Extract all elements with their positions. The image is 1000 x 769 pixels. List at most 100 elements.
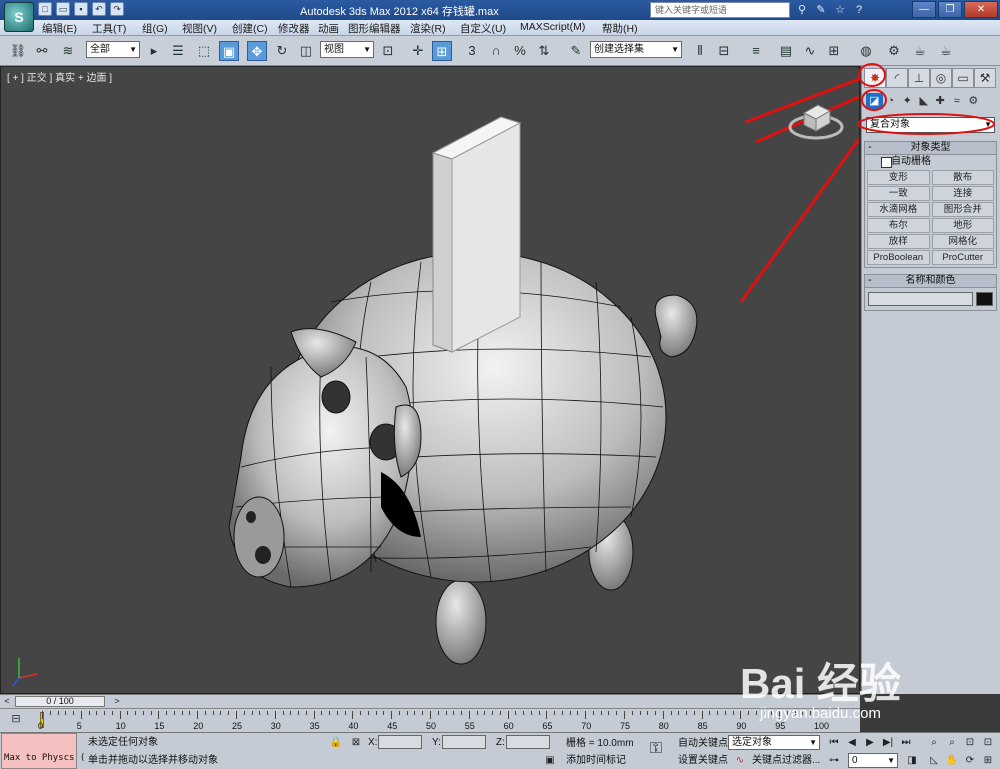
edit-named-selection-icon[interactable]: ✎ [566,41,586,61]
snaps-toggle-icon[interactable]: 3 [462,41,482,61]
menu-group[interactable]: 组(G) [142,21,168,36]
boolean-button[interactable]: 布尔 [867,218,930,233]
blobmesh-button[interactable]: 水滴网格 [867,202,930,217]
x-coordinate-input[interactable] [378,735,422,749]
create-tab-icon[interactable]: ✸ [864,68,886,88]
set-key-button[interactable]: 设置关键点 [678,753,728,768]
keyboard-shortcut-icon[interactable]: ⊞ [432,41,452,61]
systems-icon[interactable]: ⚙ [965,93,982,109]
curve-editor-icon[interactable]: ∿ [800,41,820,61]
modify-tab-icon[interactable]: ◜ [886,68,908,88]
maxscript-listener[interactable]: Max to Physcs ( [1,733,85,769]
time-slider-prev-icon[interactable]: < [2,696,12,707]
procutter-button[interactable]: ProCutter [931,250,994,265]
add-time-tag-button[interactable]: 添加时间标记 [566,753,626,768]
mesher-button[interactable]: 网格化 [931,234,994,249]
reference-coord-dropdown[interactable]: 视图 [320,41,374,58]
menu-rendering[interactable]: 渲染(R) [410,21,446,36]
zoom-extents-icon[interactable]: ⊡ [962,735,978,750]
time-config-icon[interactable]: ◨ [904,753,920,768]
goto-start-icon[interactable]: ⏮ [826,735,842,750]
play-icon[interactable]: ▶ [862,735,878,750]
redo-icon[interactable]: ↷ [110,2,124,16]
layer-manager-icon[interactable]: ≡ [746,41,766,61]
trackbar[interactable]: ⊟ 0 5 10 15 20 25 30 35 40 45 50 55 60 65 70 75 80 85 90 95… [0,708,860,732]
orbit-icon[interactable]: ⟳ [962,753,978,768]
terrain-button[interactable]: 地形 [931,218,994,233]
new-file-icon[interactable]: □ [38,2,52,16]
zoom-extents-all-icon[interactable]: ⊡ [980,735,996,750]
schematic-view-icon[interactable]: ⊞ [824,41,844,61]
morph-button[interactable]: 变形 [867,170,930,185]
mirror-icon[interactable]: ⫴ [690,41,710,61]
named-selection-dropdown[interactable]: 创建选择集 [590,41,682,58]
menu-modifiers[interactable]: 修改器 [278,21,310,36]
geometry-icon[interactable]: ◪ [866,93,883,109]
shapemerge-button[interactable]: 图形合并 [931,202,994,217]
connect-button[interactable]: 连接 [931,186,994,201]
app-logo-button[interactable]: S [4,2,34,32]
scatter-button[interactable]: 散布 [931,170,994,185]
y-coordinate-input[interactable] [442,735,486,749]
time-slider[interactable]: < 0 / 100 > [0,694,860,708]
maximize-button[interactable]: ❐ [938,1,962,18]
menu-animation[interactable]: 动画 [318,21,339,36]
time-slider-thumb[interactable]: 0 / 100 [15,696,105,707]
viewport-label[interactable]: [ + ] 正交 ] 真实 + 边面 ] [7,69,112,84]
object-type-header[interactable]: 对象类型 [865,141,996,155]
window-crossing-icon[interactable]: ▣ [219,41,239,61]
percent-snap-icon[interactable]: % [510,41,530,61]
open-file-icon[interactable]: ▭ [56,2,70,16]
space-warps-icon[interactable]: ≈ [949,93,966,109]
menu-maxscript[interactable]: MAXScript(M) [520,21,585,33]
zoom-all-icon[interactable]: ⌕ [944,735,960,750]
menu-views[interactable]: 视图(V) [182,21,217,36]
perspective-viewport[interactable]: [ + ] 正交 ] 真实 + 边面 ] [0,66,860,694]
menu-tools[interactable]: 工具(T) [92,21,126,36]
next-frame-icon[interactable]: ▶| [880,735,896,750]
pivot-center-icon[interactable]: ⊡ [378,41,398,61]
select-move-icon[interactable]: ✥ [247,41,267,61]
key-filter-icon[interactable]: ∿ [732,753,748,768]
viewcube[interactable] [786,93,846,141]
link-icon[interactable]: ⛓ [8,41,28,61]
help-search-input[interactable]: 键入关键字或短语 [650,2,790,18]
motion-tab-icon[interactable]: ◎ [930,68,952,88]
select-object-icon[interactable]: ▸ [144,41,164,61]
bind-space-warp-icon[interactable]: ≋ [58,41,78,61]
utilities-tab-icon[interactable]: ⚒ [974,68,996,88]
menu-create[interactable]: 创建(C) [232,21,268,36]
minimize-button[interactable]: — [912,1,936,18]
spinner-snap-icon[interactable]: ⇅ [534,41,554,61]
field-of-view-icon[interactable]: ◺ [926,753,942,768]
rendered-frame-icon[interactable]: ☕ [910,41,930,61]
shapes-icon[interactable]: ◔ [883,93,900,109]
graphite-tools-icon[interactable]: ▤ [776,41,796,61]
object-color-swatch[interactable] [976,292,993,306]
menu-edit[interactable]: 编辑(E) [42,21,77,36]
goto-end-icon[interactable]: ⏭ [898,735,914,750]
object-name-input[interactable] [868,292,973,306]
help-icon[interactable]: ? [851,2,867,18]
proboolean-button[interactable]: ProBoolean [867,250,930,265]
select-rotate-icon[interactable]: ↻ [272,41,292,61]
time-slider-next-icon[interactable]: > [112,696,122,707]
loft-button[interactable]: 放样 [867,234,930,249]
menu-graph-editors[interactable]: 图形编辑器 [348,21,401,36]
name-color-header[interactable]: 名称和颜色 [865,274,996,288]
pan-icon[interactable]: ✋ [944,753,960,768]
unlink-icon[interactable]: ⚯ [32,41,52,61]
maximize-viewport-icon[interactable]: ⊞ [980,753,996,768]
close-button[interactable]: ✕ [964,1,998,18]
rectangular-selection-icon[interactable]: ⬚ [194,41,214,61]
material-editor-icon[interactable]: ◍ [856,41,876,61]
undo-icon[interactable]: ↶ [92,2,106,16]
cameras-icon[interactable]: ◣ [916,93,933,109]
select-scale-icon[interactable]: ◫ [296,41,316,61]
conform-button[interactable]: 一致 [867,186,930,201]
absolute-mode-icon[interactable]: ⊠ [348,735,364,750]
time-tag-icon[interactable]: ▣ [542,753,558,768]
render-production-icon[interactable]: ☕ [936,41,956,61]
auto-key-selection-dropdown[interactable]: 选定对象 [728,735,820,750]
selection-filter-dropdown[interactable]: 全部 [86,41,140,58]
